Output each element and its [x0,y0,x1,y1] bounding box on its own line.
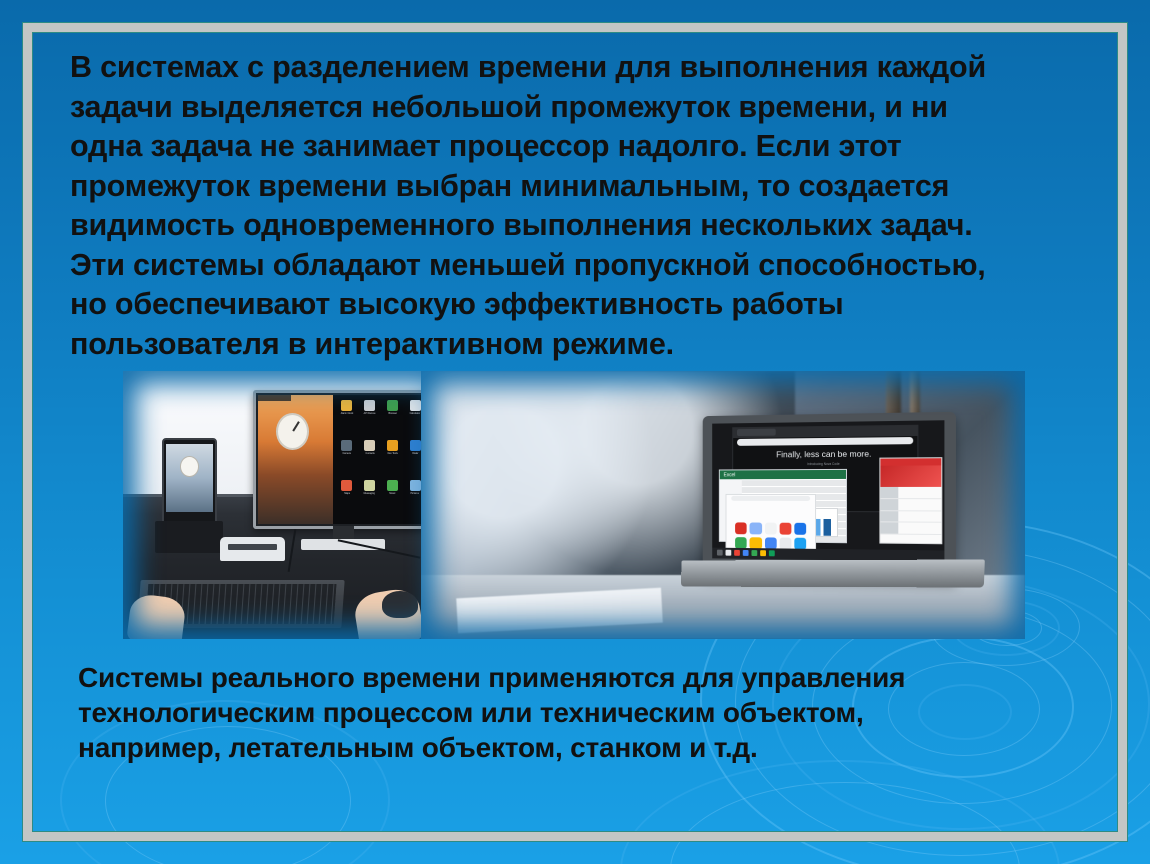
android-desktop-photo-inner: Alarm Clock API Demos Browser Calculator Cam… [123,371,447,639]
intro-line: Эти системы обладают меньшей пропускной … [70,247,986,282]
android-app-icon: Browser [382,399,404,439]
shelf-icon [751,550,758,557]
laptop-screen: Finally, less can be more. Introducing N… [712,420,945,562]
app-icon-label: Music [389,492,396,495]
newsstand-item [880,522,942,536]
android-desktop-scene: Alarm Clock API Demos Browser Calculator Cam… [123,371,447,639]
laptop-desktop: Finally, less can be more. Introducing N… [712,420,945,562]
shelf-icon [742,550,749,557]
app-icon [409,439,421,451]
app-icon [364,439,376,451]
shelf-icon [716,550,723,557]
android-app-icon: Music [382,479,404,519]
app-icon-label: Maps [344,492,350,495]
intro-line: задачи выделяется небольшой промежуток в… [70,89,948,124]
browser-address-bar [736,437,914,446]
realtime-line: Системы реального времени применяются дл… [78,662,906,693]
intro-line: промежуток времени выбран минимальным, т… [70,168,950,203]
chromebook-photo-inner: Finally, less can be more. Introducing N… [421,371,1025,639]
app-icon-label: Messaging [363,492,376,495]
intro-paragraph: В системах с разделением времени для вып… [70,48,1080,364]
shelf-icon [734,550,740,557]
launcher-app-icon [735,522,748,535]
usb-hub [220,537,285,562]
app-icon [409,479,421,491]
slide-content: В системах с разделением времени для вып… [33,33,1117,831]
android-app-icon: Messaging [359,479,381,519]
newsstand-item [880,499,942,512]
phone-dock [155,521,224,554]
app-icon-label: Camera [342,452,352,455]
app-icon [341,479,353,491]
mouse [382,590,418,618]
excel-title-bar: Excel [719,469,846,480]
app-icon-label: Contacts [365,452,375,455]
shelf-icon [768,550,775,557]
launcher-search-field[interactable] [731,496,810,502]
app-icon [364,479,376,491]
app-icon [409,399,421,411]
app-launcher-window [725,493,817,562]
launcher-app-icon [749,522,762,535]
monitor-wallpaper [257,394,334,525]
android-desktop-photo: Alarm Clock API Demos Browser Calculator Cam… [123,371,447,639]
app-icon [386,479,398,491]
phone-clock-widget [179,456,199,478]
intro-line: одна задача не занимает процессор надолг… [70,129,902,163]
android-app-icon: Alarm Clock [336,399,358,439]
app-icon-label: Calculator [409,411,421,415]
android-app-grid: Alarm Clock API Demos Browser Calculator Cam… [333,394,430,525]
app-icon [386,399,398,411]
usb-hub-slot [227,544,278,551]
realtime-line: технологическим процессом или технически… [78,697,864,728]
browser-tab [736,428,776,436]
chromebook-scene: Finally, less can be more. Introducing N… [421,371,1025,639]
app-icon [341,439,353,451]
intro-line: видимость одновременного выполнения неск… [70,208,973,242]
laptop-base [680,559,986,588]
phone-screen [165,444,213,513]
android-app-icon: Camera [336,439,358,479]
launcher-app-icon [794,522,807,535]
intro-line: В системах с разделением времени для вып… [70,50,987,84]
android-app-icon: API Demos [359,399,381,439]
newsstand-hero [880,465,942,488]
analog-clock-widget [275,412,309,451]
shelf-icon [760,550,766,557]
newsstand-item [880,511,942,524]
monitor-stand-neck [332,526,354,541]
launcher-app-icon [779,522,792,535]
app-icon [386,439,398,451]
realtime-line: например, летательным объектом, станком … [78,732,758,763]
laptop: Finally, less can be more. Introducing N… [680,411,986,588]
app-icon [341,399,353,411]
newsstand-window [879,457,943,545]
monitor: Alarm Clock API Demos Browser Calculator Cam… [252,389,435,551]
app-icon-label: Dev Tools [387,452,398,455]
monitor-screen: Alarm Clock API Demos Browser Calculator Cam… [257,394,430,525]
app-icon-label: Browser [388,411,397,415]
shelf-icon [725,550,732,557]
newsstand-item [880,487,942,500]
app-icon-label: Alarm Clock [340,411,354,415]
app-icon [364,399,376,411]
launcher-app-icon [764,522,777,535]
android-app-icon: Maps [336,479,358,519]
intro-line: но обеспечивают высокую эффективность ра… [70,287,844,321]
intro-line: пользователя в интерактивном режиме. [70,326,674,361]
chromebook-photo: Finally, less can be more. Introducing N… [421,371,1025,639]
realtime-paragraph: Системы реального времени применяются дл… [78,660,1083,765]
app-icon-label: Dialer [412,452,419,455]
monitor-status-bar [257,394,291,401]
app-icon-label: Pictures [410,492,420,495]
android-app-icon: Contacts [359,439,381,479]
app-icon-label: API Demos [363,411,376,415]
docked-phone [161,438,217,527]
android-app-icon: Dev Tools [382,439,404,479]
